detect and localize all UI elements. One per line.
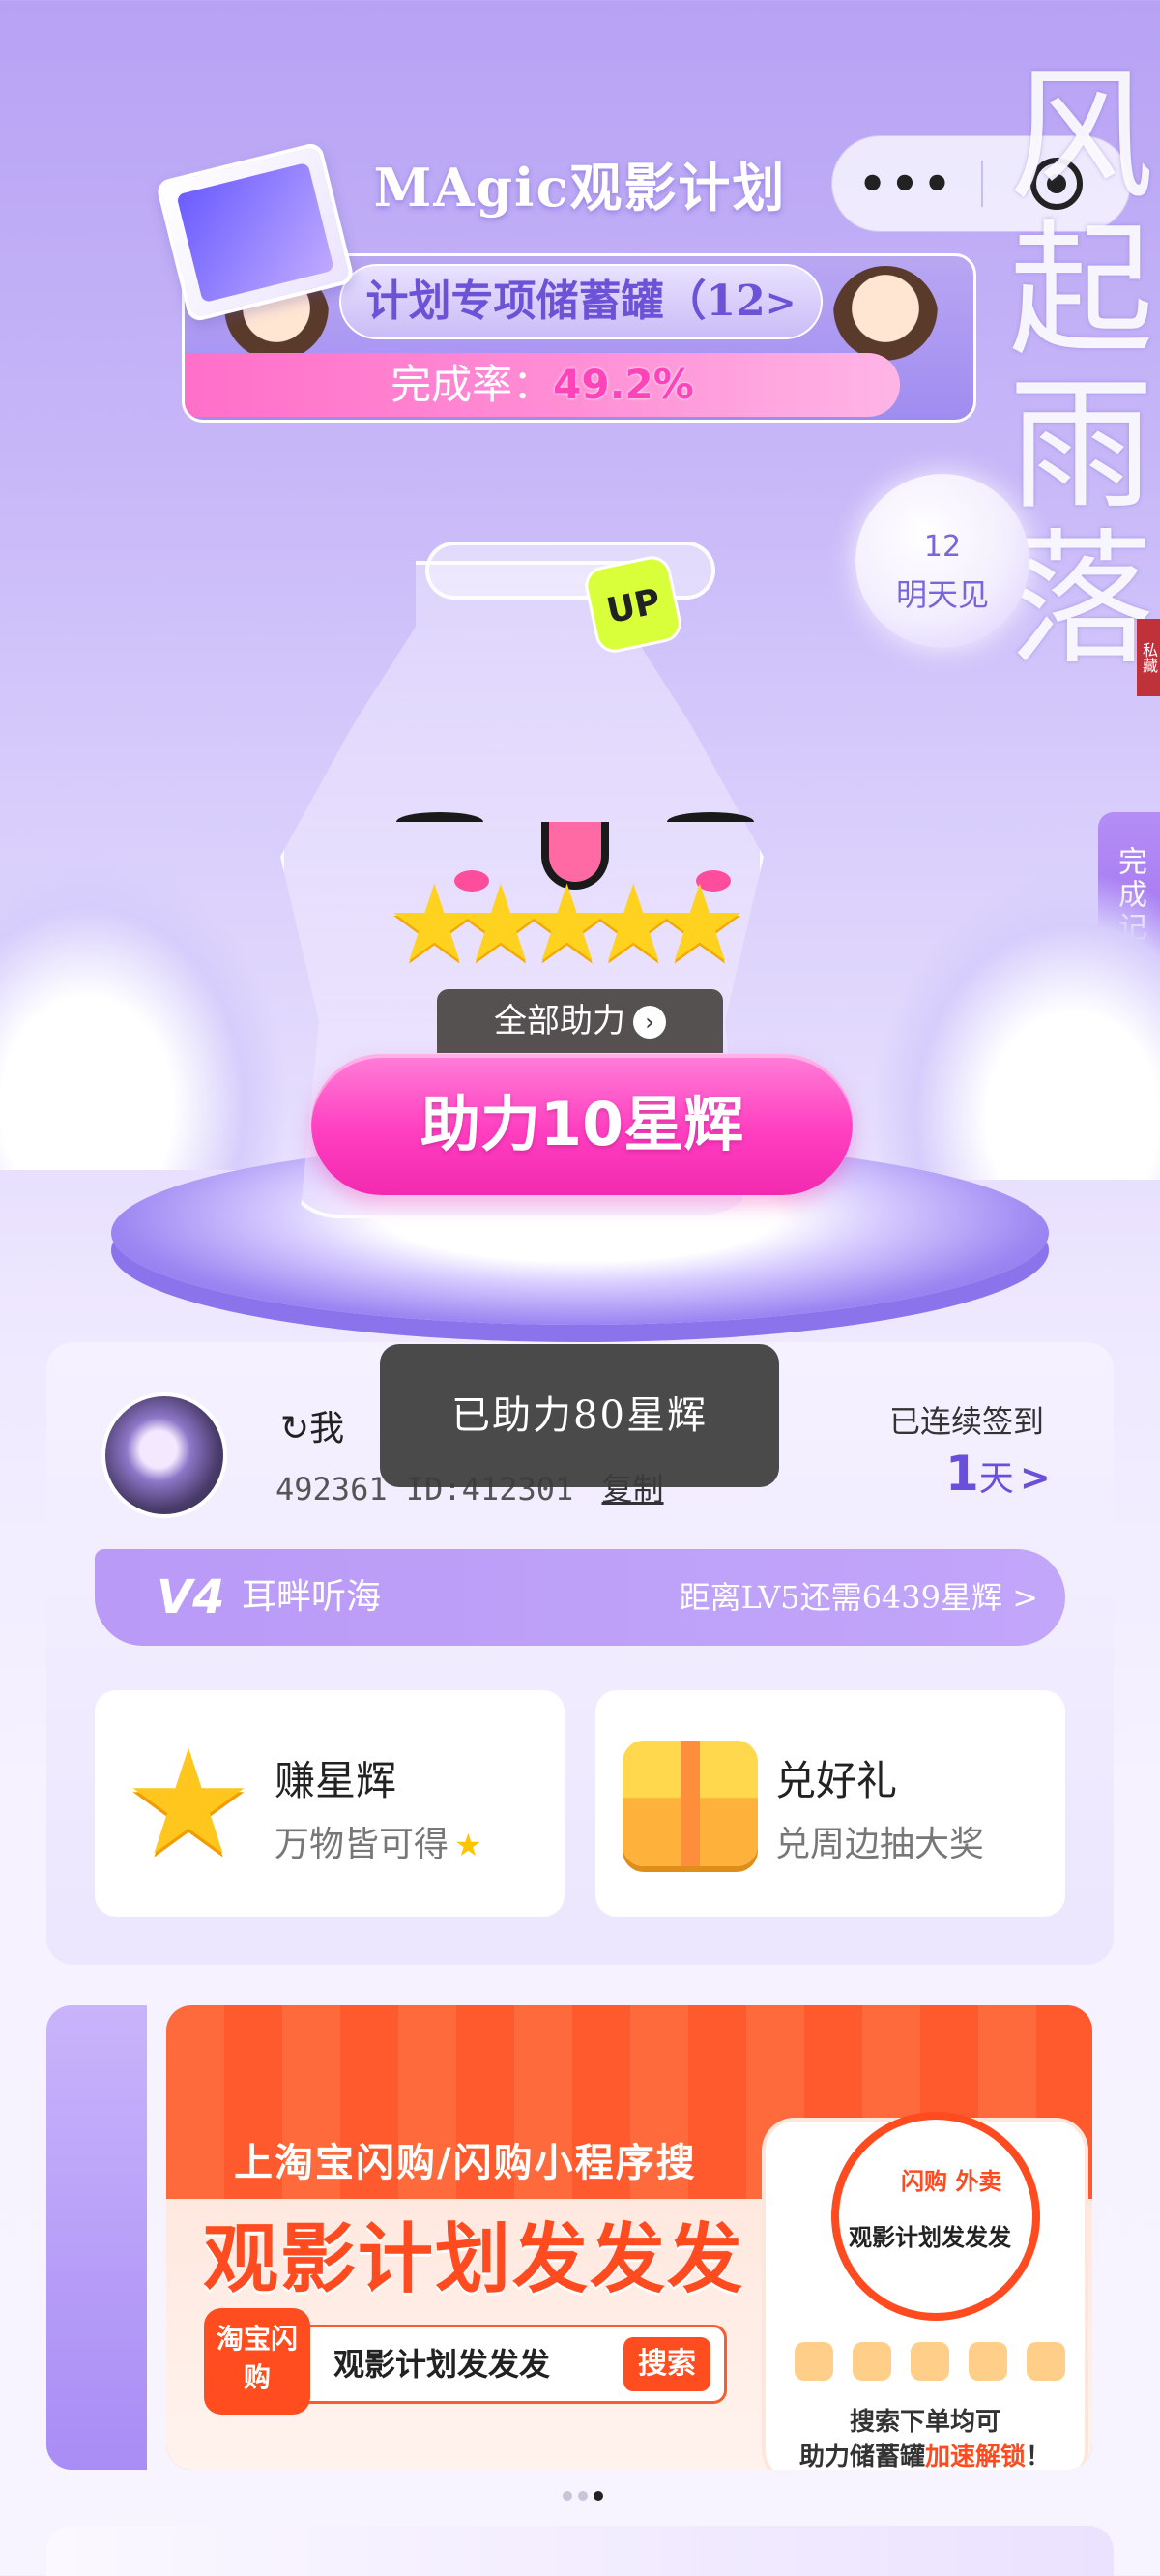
chevron-right-icon: >	[765, 280, 797, 324]
completion-rate-bar: 完成率：49.2%	[185, 353, 900, 417]
help-all-label: 全部助力	[494, 1002, 625, 1040]
countdown-number: 12	[923, 530, 962, 564]
countdown-moon: 12 明天见	[856, 474, 1030, 648]
phone-query: 观影计划发发发	[849, 2224, 1011, 2251]
promo-search-box: 淘宝闪购 观影计划发发发 搜索	[204, 2308, 727, 2415]
previous-banner-peek[interactable]	[46, 2005, 147, 2470]
phone-category-icons	[795, 2342, 1065, 2390]
carousel-dot	[563, 2491, 572, 2501]
chevron-right-icon: >	[1012, 1579, 1038, 1616]
next-section-card	[46, 2526, 1114, 2576]
red-seal: 私藏	[1137, 619, 1160, 696]
carousel-dots	[563, 2491, 603, 2501]
target-icon	[1030, 158, 1083, 210]
chevron-right-icon: >	[1019, 1456, 1051, 1499]
checkin-label: 已连续签到	[889, 1403, 1045, 1440]
level-bar[interactable]: V4 耳畔听海 距离LV5还需6439星辉 >	[95, 1549, 1065, 1646]
earn-stars-subtitle: 万物皆可得 ★	[275, 1825, 482, 1864]
phone-caption-1: 搜索下单均可	[849, 2408, 1000, 2437]
earn-stars-tile[interactable]: ★ 赚星辉 万物皆可得 ★	[95, 1690, 565, 1917]
promo-search-query: 观影计划发发发	[334, 2346, 551, 2383]
phone-brand: 闪购 外卖	[901, 2168, 1002, 2195]
more-menu-button[interactable]: •••	[832, 135, 981, 232]
checkin-days-unit: 天	[978, 1459, 1014, 1499]
right-eye	[667, 812, 754, 832]
phone-caption-2: 助力储蓄罐加速解锁！	[798, 2443, 1052, 2470]
chevron-right-circle-icon: ›	[633, 1006, 666, 1039]
level-name: 耳畔听海	[242, 1577, 382, 1617]
gift-mascot-icon	[623, 1741, 758, 1866]
up-badge: UP	[581, 552, 685, 657]
savings-jar-title-pill[interactable]: 计划专项储蓄罐（12>	[339, 264, 823, 339]
close-program-button[interactable]	[983, 155, 1130, 213]
carousel-dot	[578, 2491, 588, 2501]
highlight-circle	[831, 2112, 1040, 2321]
redeem-gifts-title: 兑好礼	[775, 1757, 898, 1804]
completion-rate-label: 完成率：	[391, 361, 554, 408]
help-all-button[interactable]: 全部助力 ›	[437, 989, 723, 1053]
boost-10-stars-button[interactable]: 助力10星辉	[311, 1054, 853, 1195]
savings-jar-title: 计划专项储蓄罐（12	[365, 277, 766, 326]
leaf-decoration-right	[870, 870, 1160, 1180]
toast-message: 已助力80星辉	[380, 1344, 779, 1487]
taobao-flash-logo: 淘宝闪购	[204, 2308, 310, 2415]
user-number: 492361	[276, 1471, 388, 1508]
user-name[interactable]: ↻我	[280, 1400, 344, 1450]
checkin-days-link[interactable]: 1天 >	[945, 1446, 1051, 1502]
redeem-gifts-subtitle: 兑周边抽大奖	[775, 1825, 985, 1864]
left-eye	[396, 812, 483, 832]
completion-rate-value: 49.2%	[553, 361, 694, 408]
promo-line-1: 上淘宝闪购/闪购小程序搜	[234, 2141, 697, 2185]
redeem-gifts-tile[interactable]: 兑好礼 兑周边抽大奖	[595, 1690, 1065, 1917]
star-icon: ★	[454, 1827, 482, 1863]
star-mascot-icon: ★	[123, 1719, 254, 1888]
promo-banner[interactable]: 上淘宝闪购/闪购小程序搜 观影计划发发发 淘宝闪购 观影计划发发发 搜索 闪购 …	[166, 2005, 1092, 2470]
promo-phone-mockup: 闪购 外卖 观影计划发发发 搜索下单均可 助力储蓄罐加速解锁！	[766, 2112, 1085, 2470]
leaf-decoration-left	[0, 851, 290, 1170]
countdown-text: 明天见	[895, 576, 989, 613]
earn-stars-title: 赚星辉	[275, 1757, 397, 1804]
mini-program-capsule: •••	[831, 135, 1131, 232]
level-next-text: 距离LV5还需6439星辉 >	[679, 1579, 1038, 1616]
carousel-dot-active	[594, 2491, 603, 2501]
promo-headline: 观影计划发发发	[203, 2216, 745, 2303]
avatar[interactable]	[102, 1392, 227, 1518]
promo-search-button: 搜索	[624, 2337, 710, 2391]
level-badge: V4	[157, 1570, 225, 1625]
checkin-days-value: 1	[945, 1446, 979, 1502]
